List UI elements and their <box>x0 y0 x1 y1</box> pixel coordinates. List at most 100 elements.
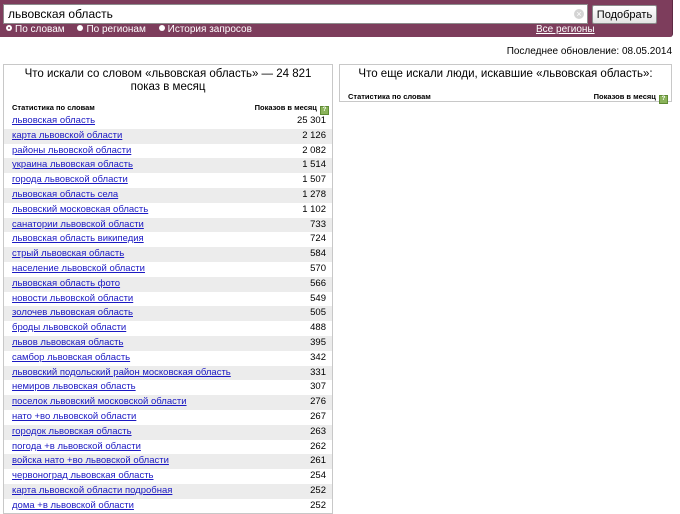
keyword-link[interactable]: самбор львовская область <box>12 351 130 366</box>
keyword-link[interactable]: поселок львовский московской области <box>12 395 187 410</box>
shows-count: 733 <box>310 218 326 230</box>
panel-title: Что еще искали люди, искавшие «львовская… <box>358 68 653 80</box>
table-row: львовская область 25 301 <box>4 114 332 129</box>
table-row: карта львовской области подробная 252 <box>4 483 332 499</box>
column-header-shows: Показов в месяц ? <box>255 103 329 115</box>
table-row: войска нато +во львовской области 261 <box>4 454 332 470</box>
keyword-link[interactable]: нато +во львовской области <box>12 410 136 425</box>
shows-count: 395 <box>310 336 326 348</box>
shows-count: 267 <box>310 410 326 422</box>
shows-count: 2 126 <box>302 129 326 141</box>
keyword-link[interactable]: украина львовская область <box>12 158 133 173</box>
table-row: броды львовской области 488 <box>4 321 332 336</box>
table-row: городок львовская область 263 <box>4 424 332 440</box>
shows-count: 505 <box>310 307 326 319</box>
keyword-link[interactable]: новости львовской области <box>12 292 133 307</box>
keyword-link[interactable]: войска нато +во львовской области <box>12 454 169 469</box>
search-input[interactable] <box>8 6 568 22</box>
submit-button[interactable]: Подобрать <box>592 5 657 24</box>
keyword-link[interactable]: городок львовская область <box>12 425 132 440</box>
panel-title: Что искали со словом «львовская область»… <box>24 68 312 93</box>
keyword-link[interactable]: дома +в львовской области <box>12 499 134 514</box>
column-header-stats: Статистика по словам <box>348 92 431 101</box>
keyword-link[interactable]: города львовской области <box>12 173 128 188</box>
table-row: украина львовская область 1 514 <box>4 158 332 174</box>
table-row: новости львовской области 549 <box>4 292 332 307</box>
mode-label: По словам <box>15 24 65 35</box>
shows-count: 261 <box>310 455 326 467</box>
keyword-link[interactable]: золочев львовская область <box>12 306 133 321</box>
keyword-link[interactable]: львовская область села <box>12 188 118 203</box>
keyword-link[interactable]: санатории львовской области <box>12 218 144 233</box>
radio-icon[interactable] <box>158 25 165 31</box>
table-row: санатории львовской области 733 <box>4 217 332 233</box>
table-row: самбор львовская область 342 <box>4 351 332 366</box>
radio-icon[interactable] <box>77 25 84 31</box>
table-row: львовский подольский район московская об… <box>4 365 332 381</box>
keyword-table: львовская область 25 301 карта львовской о… <box>4 114 332 514</box>
table-row: немиров львовская область 307 <box>4 380 332 395</box>
shows-count: 566 <box>310 277 326 289</box>
keyword-link[interactable]: львовский подольский район московская об… <box>12 366 231 381</box>
shows-count: 1 102 <box>302 203 326 215</box>
keyword-link[interactable]: районы львовской области <box>12 144 131 159</box>
table-row: львов львовская область 395 <box>4 335 332 351</box>
keyword-link[interactable]: карта львовской области <box>12 129 122 144</box>
mode-label: По регионам <box>86 24 146 35</box>
keyword-link[interactable]: львовский московская область <box>12 203 148 218</box>
shows-count: 262 <box>310 440 326 452</box>
keyword-link[interactable]: погода +в львовской области <box>12 440 141 455</box>
shows-count: 488 <box>310 322 326 334</box>
keyword-link[interactable]: львов львовская область <box>12 336 123 351</box>
keyword-link[interactable]: львовская область фото <box>12 277 120 292</box>
keyword-link[interactable]: львовская область википедия <box>12 232 144 247</box>
mode-label: История запросов <box>167 24 252 35</box>
keyword-link[interactable]: карта львовской области подробная <box>12 484 172 499</box>
table-header: Статистика по словам Показов в месяц ? <box>4 103 332 115</box>
table-row: львовская область фото 566 <box>4 276 332 292</box>
column-header-shows: Показов в месяц ? <box>593 92 668 104</box>
shows-count: 307 <box>310 381 326 393</box>
keyword-link[interactable]: броды львовской области <box>12 321 126 336</box>
clear-icon[interactable]: × <box>574 9 584 19</box>
shows-count: 263 <box>310 425 326 437</box>
mode-by-regions[interactable]: По регионам <box>77 24 146 35</box>
table-row: стрый львовская область 584 <box>4 247 332 262</box>
table-row: погода +в львовской области 262 <box>4 440 332 455</box>
table-row: львовская область села 1 278 <box>4 187 332 203</box>
table-row: районы львовской области 2 082 <box>4 144 332 159</box>
table-row: червоноград львовская область 254 <box>4 469 332 484</box>
table-row: население львовской области 570 <box>4 262 332 277</box>
shows-count: 331 <box>310 366 326 378</box>
shows-count: 2 082 <box>302 144 326 156</box>
shows-count: 1 507 <box>302 174 326 186</box>
table-row: золочев львовская область 505 <box>4 306 332 322</box>
last-updated: Последнее обновление: 08.05.2014 <box>506 46 672 57</box>
also-searched-panel: Что еще искали люди, искавшие «львовская… <box>339 64 672 104</box>
shows-count: 1 514 <box>302 159 326 171</box>
shows-count: 252 <box>310 484 326 496</box>
shows-count: 549 <box>310 292 326 304</box>
table-row: львовская область википедия 724 <box>4 232 332 247</box>
column-header-shows-label: Показов в месяц <box>593 92 656 101</box>
table-header: Статистика по словам Показов в месяц ? <box>340 92 671 104</box>
info-icon[interactable]: ? <box>659 95 668 104</box>
search-bar: × Подобрать По словам По регионам Истори… <box>0 0 673 37</box>
related-keywords-panel: Что искали со словом «львовская область»… <box>3 64 333 514</box>
search-mode-group: По словам По регионам История запросов <box>6 24 262 36</box>
column-header-stats: Статистика по словам <box>12 103 95 112</box>
radio-checked-icon[interactable] <box>6 25 12 31</box>
shows-count: 570 <box>310 262 326 274</box>
shows-count: 276 <box>310 396 326 408</box>
search-field[interactable]: × <box>3 4 588 24</box>
keyword-link[interactable]: население львовской области <box>12 262 145 277</box>
keyword-link[interactable]: немиров львовская область <box>12 380 136 395</box>
mode-by-words[interactable]: По словам <box>6 24 65 35</box>
table-row: поселок львовский московской области 276 <box>4 395 332 410</box>
keyword-link[interactable]: червоноград львовская область <box>12 469 154 484</box>
keyword-link[interactable]: стрый львовская область <box>12 247 124 262</box>
shows-count: 584 <box>310 248 326 260</box>
all-regions-link[interactable]: Все регионы <box>536 24 595 35</box>
mode-history[interactable]: История запросов <box>158 24 252 35</box>
keyword-link[interactable]: львовская область <box>12 114 95 129</box>
